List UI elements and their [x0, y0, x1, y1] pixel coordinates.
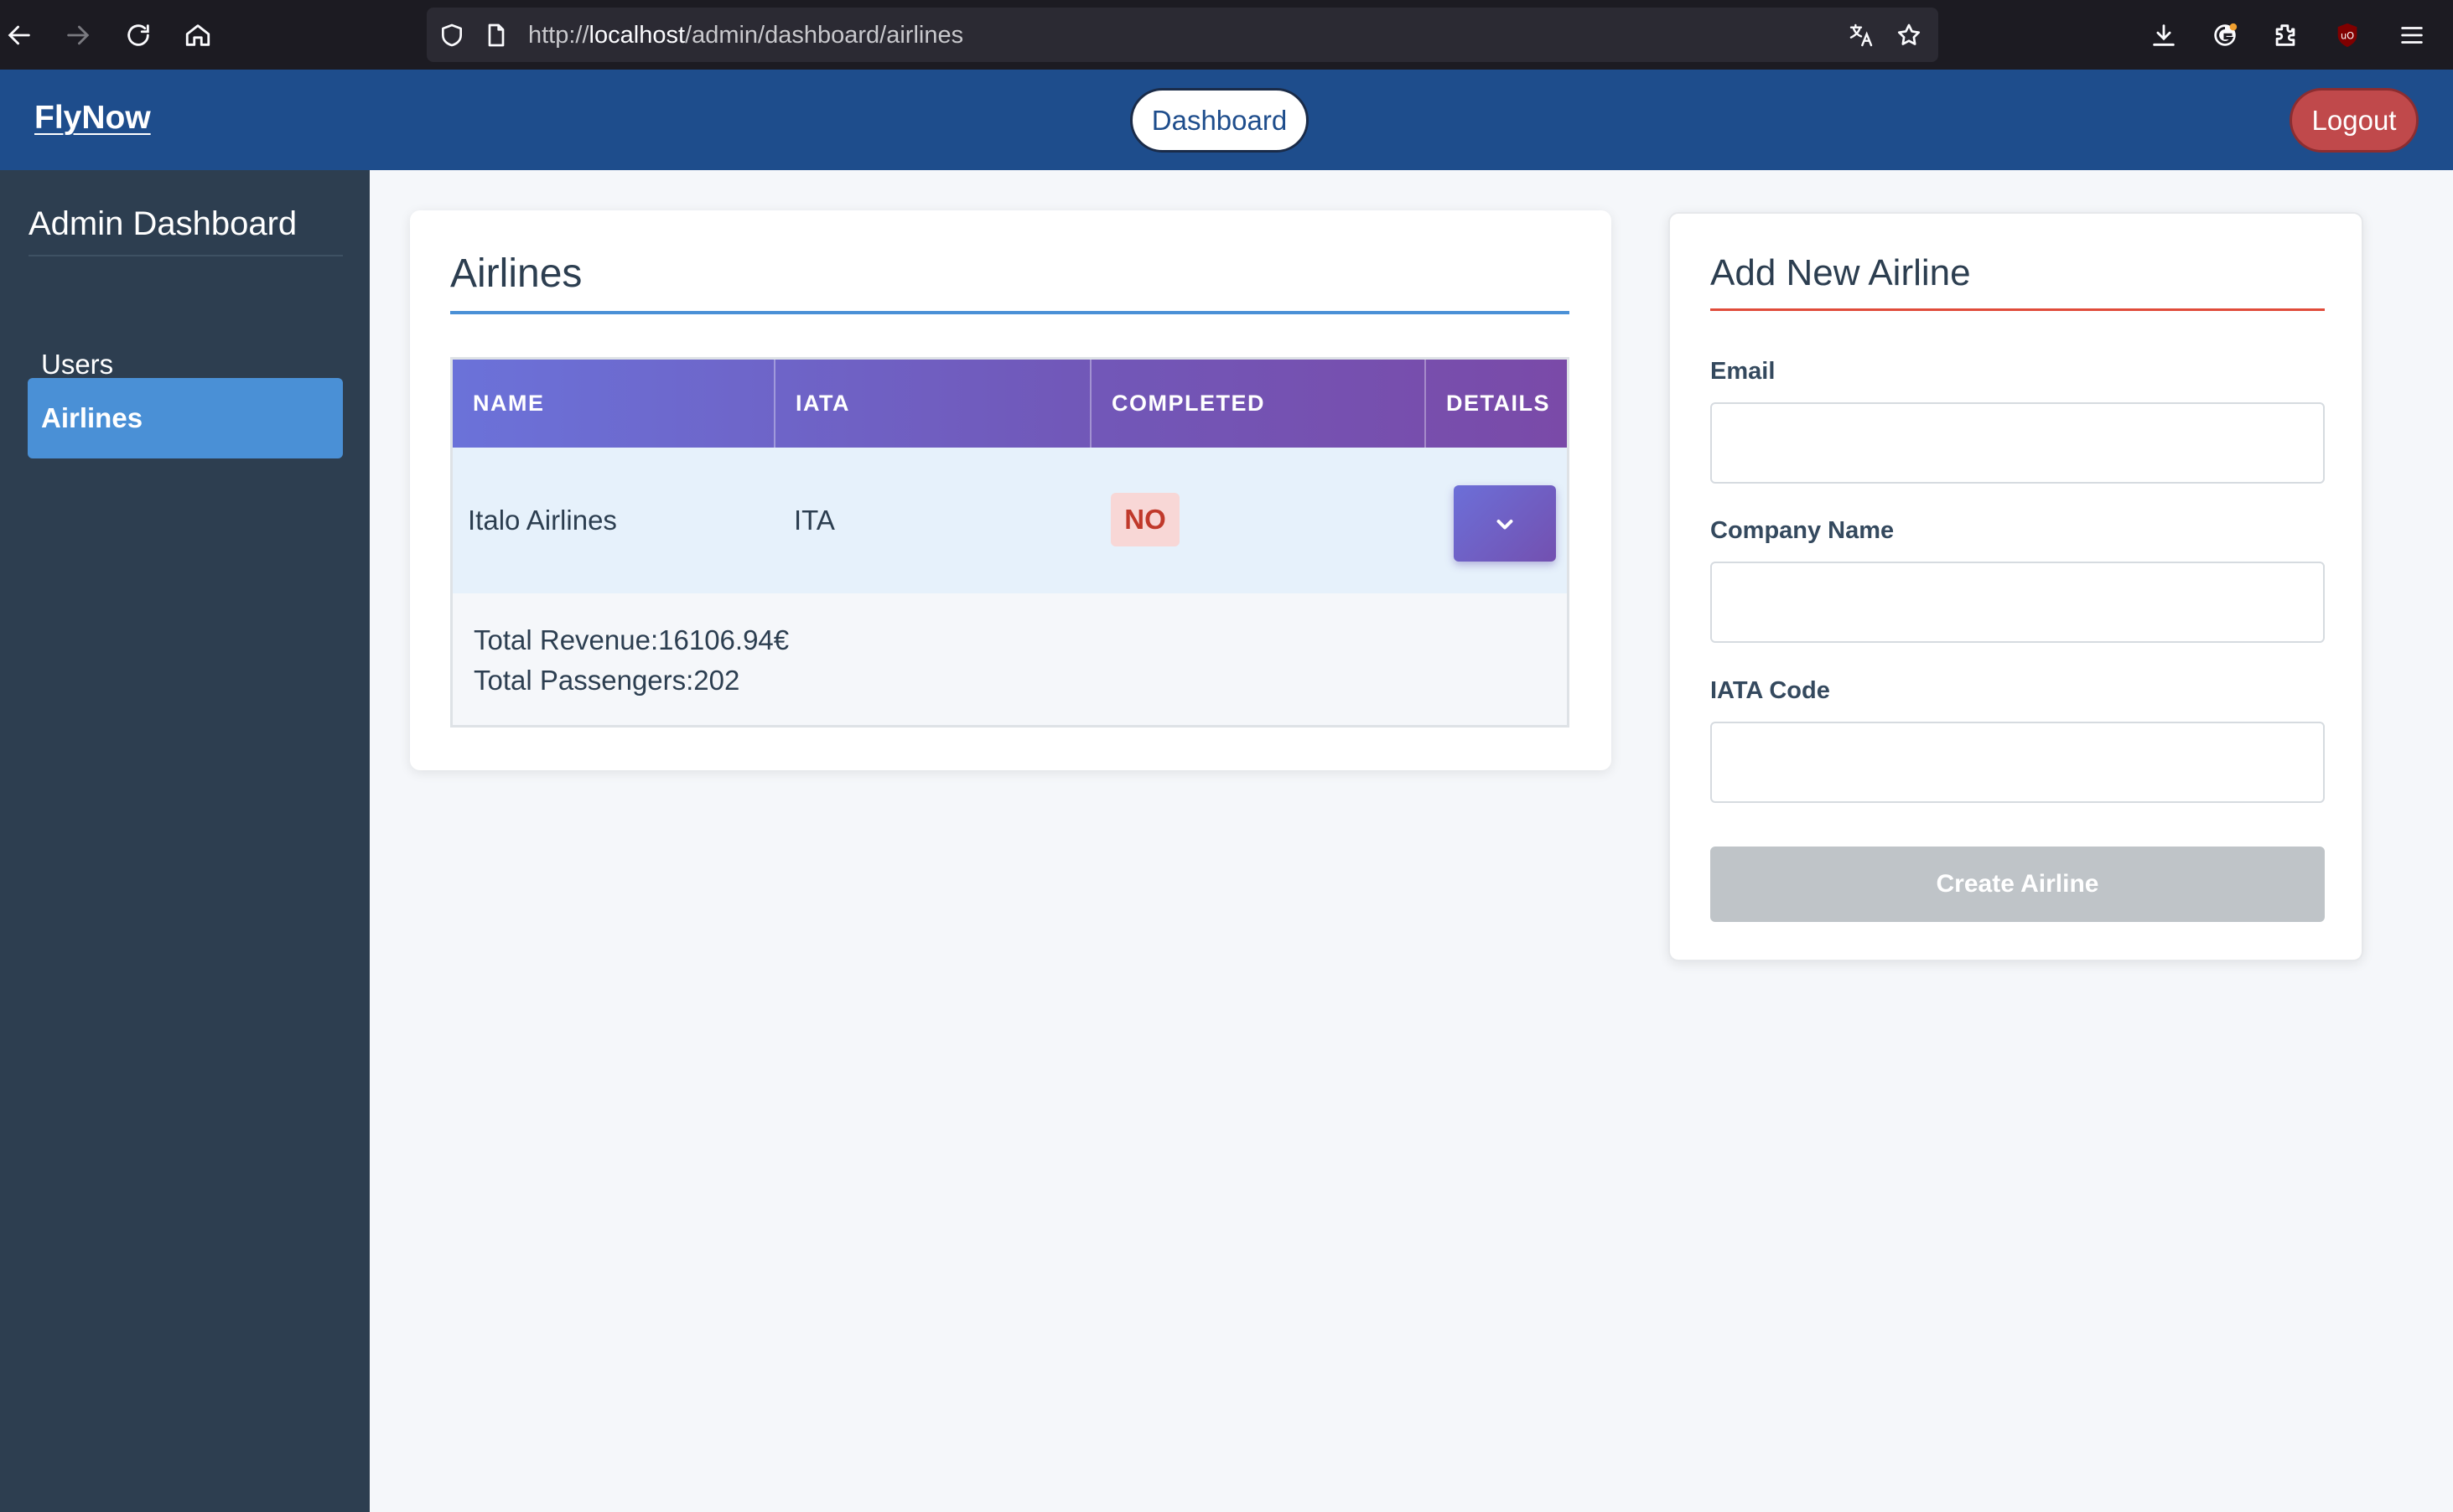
back-icon[interactable]: [1, 17, 38, 54]
email-field[interactable]: [1710, 402, 2325, 484]
column-header-name: NAME: [453, 360, 775, 448]
extensions-icon[interactable]: [2267, 17, 2304, 54]
forward-icon[interactable]: [60, 17, 96, 54]
airlines-title-underline: [450, 311, 1569, 314]
page-icon[interactable]: [483, 22, 510, 49]
ublock-icon[interactable]: uO: [2329, 17, 2366, 54]
svg-text:uO: uO: [2341, 29, 2354, 41]
account-icon[interactable]: [2207, 17, 2243, 54]
create-airline-button[interactable]: Create Airline: [1710, 847, 2325, 922]
total-revenue-text: Total Revenue:16106.94€: [474, 624, 790, 655]
chevron-down-icon: [1496, 519, 1513, 529]
airline-name-cell: Italo Airlines: [468, 505, 617, 536]
dashboard-button[interactable]: Dashboard: [1130, 88, 1309, 153]
airline-iata-cell: ITA: [794, 505, 835, 536]
url-path: /admin/dashboard/airlines: [685, 22, 964, 49]
url-text[interactable]: http://localhost/admin/dashboard/airline…: [528, 22, 963, 49]
table-header: NAME IATA COMPLETED DETAILS: [453, 360, 1567, 448]
sidebar: Admin Dashboard Users Airlines: [0, 170, 370, 1512]
add-airline-title: Add New Airline: [1710, 252, 1971, 293]
column-header-iata: IATA: [775, 360, 1092, 448]
translate-icon[interactable]: [1848, 22, 1875, 49]
sidebar-item-airlines[interactable]: Airlines: [28, 378, 343, 458]
app-header: FlyNow Dashboard Logout: [0, 70, 2453, 170]
address-bar[interactable]: http://localhost/admin/dashboard/airline…: [427, 8, 1938, 62]
column-header-details: DETAILS: [1446, 391, 1550, 416]
iata-code-label: IATA Code: [1710, 677, 1830, 704]
url-host: localhost: [589, 22, 686, 49]
home-icon[interactable]: [179, 17, 216, 54]
download-icon[interactable]: [2145, 17, 2182, 54]
add-airline-card: Add New Airline Email Company Name IATA …: [1668, 212, 2363, 961]
sidebar-title: Admin Dashboard: [29, 205, 298, 242]
airlines-card: Airlines NAME IATA COMPLETED DETAILS Ita…: [410, 210, 1611, 770]
airlines-title: Airlines: [450, 251, 583, 296]
add-airline-title-underline: [1710, 308, 2325, 311]
airlines-table: NAME IATA COMPLETED DETAILS Italo Airlin…: [450, 357, 1569, 728]
sidebar-divider: [29, 255, 343, 256]
logout-button[interactable]: Logout: [2290, 88, 2419, 153]
company-name-label: Company Name: [1710, 517, 1895, 544]
browser-toolbar: http://localhost/admin/dashboard/airline…: [0, 0, 2453, 70]
airline-details-panel: Total Revenue:16106.94€ Total Passengers…: [453, 593, 1567, 725]
url-prefix: http://: [528, 22, 589, 49]
column-header-completed: COMPLETED: [1092, 360, 1426, 448]
email-label: Email: [1710, 358, 1776, 385]
menu-icon[interactable]: [2393, 17, 2430, 54]
toggle-details-button[interactable]: [1454, 485, 1556, 562]
shield-icon[interactable]: [438, 22, 465, 49]
company-name-field[interactable]: [1710, 562, 2325, 643]
table-row: Italo Airlines ITA NO: [453, 448, 1567, 593]
star-icon[interactable]: [1896, 22, 1922, 49]
reload-icon[interactable]: [120, 17, 157, 54]
iata-code-field[interactable]: [1710, 722, 2325, 803]
total-passengers-text: Total Passengers:202: [474, 665, 740, 696]
brand-logo-link[interactable]: FlyNow: [34, 100, 151, 137]
completed-status-badge: NO: [1111, 493, 1180, 546]
